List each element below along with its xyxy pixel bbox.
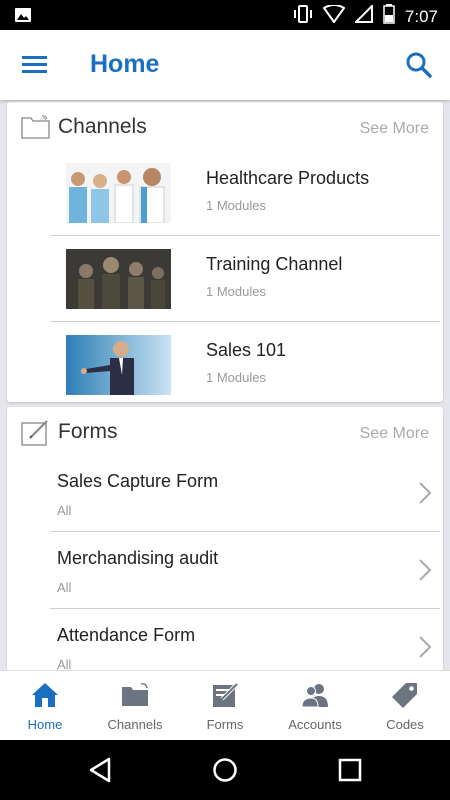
- image-notification-icon: [14, 6, 32, 29]
- channel-item-healthcare[interactable]: Healthcare Products 1 Modules: [50, 150, 440, 235]
- signal-icon: [353, 3, 373, 28]
- form-scope: All: [57, 657, 72, 670]
- form-item-attendance[interactable]: Attendance Form All: [50, 608, 440, 670]
- people-icon: [301, 681, 329, 709]
- nav-accounts-label: Accounts: [288, 717, 342, 732]
- form-item-merchandising-audit[interactable]: Merchandising audit All: [50, 531, 440, 608]
- nav-home-label: Home: [27, 717, 63, 732]
- chevron-right-icon: [418, 635, 432, 659]
- folder-icon: [121, 681, 149, 709]
- forms-header: Forms See More: [7, 407, 443, 455]
- chevron-right-icon: [418, 481, 432, 505]
- form-edit-icon: [21, 419, 51, 446]
- recent-apps-icon[interactable]: [337, 757, 363, 783]
- forms-card: Forms See More Sales Capture Form All Me…: [7, 407, 443, 670]
- tag-icon: [391, 681, 419, 709]
- channels-title: Channels: [58, 115, 147, 138]
- channel-item-training[interactable]: Training Channel 1 Modules: [50, 235, 440, 321]
- back-icon[interactable]: [88, 757, 114, 783]
- channel-modules-count: 1 Modules: [206, 198, 266, 213]
- home-content[interactable]: Channels See More Healthcare Products 1 …: [0, 100, 450, 670]
- channel-thumbnail-sales: [66, 335, 171, 395]
- nav-home[interactable]: Home: [0, 671, 90, 741]
- battery-icon: [383, 4, 395, 29]
- forms-title: Forms: [58, 420, 118, 443]
- vibrate-icon: [293, 5, 313, 28]
- nav-codes[interactable]: Codes: [360, 671, 450, 741]
- form-scope: All: [57, 580, 72, 595]
- home-circle-icon[interactable]: [212, 757, 238, 783]
- channel-name: Healthcare Products: [206, 168, 370, 188]
- bottom-navigation: Home Channels Forms Accounts Codes: [0, 670, 450, 741]
- channel-thumbnail-training: [66, 249, 171, 309]
- wifi-icon: [322, 4, 346, 28]
- channel-modules-count: 1 Modules: [206, 284, 266, 299]
- status-bar: 7:07: [0, 0, 450, 30]
- page-title: Home: [90, 50, 160, 78]
- nav-accounts[interactable]: Accounts: [270, 671, 360, 741]
- forms-see-more-link[interactable]: See More: [360, 425, 429, 443]
- menu-icon[interactable]: [18, 50, 52, 80]
- form-edit-icon: [211, 681, 239, 709]
- system-navigation-bar: [0, 740, 450, 800]
- nav-channels[interactable]: Channels: [90, 671, 180, 741]
- folder-icon: [21, 114, 51, 140]
- nav-forms-label: Forms: [206, 717, 244, 732]
- form-name: Attendance Form: [57, 625, 196, 645]
- form-name: Merchandising audit: [57, 548, 219, 568]
- channels-card: Channels See More Healthcare Products 1 …: [7, 102, 443, 402]
- search-icon[interactable]: [404, 50, 434, 80]
- nav-codes-label: Codes: [386, 717, 424, 732]
- channel-modules-count: 1 Modules: [206, 370, 266, 385]
- channel-name: Training Channel: [206, 254, 343, 274]
- status-time: 7:07: [404, 6, 438, 26]
- nav-channels-label: Channels: [107, 717, 163, 732]
- app-bar: Home: [0, 30, 450, 100]
- channel-name: Sales 101: [206, 340, 287, 360]
- channel-item-sales[interactable]: Sales 101 1 Modules: [50, 321, 440, 407]
- nav-forms[interactable]: Forms: [180, 671, 270, 741]
- form-name: Sales Capture Form: [57, 471, 219, 491]
- channels-header: Channels See More: [7, 102, 443, 150]
- chevron-right-icon: [418, 558, 432, 582]
- form-item-sales-capture[interactable]: Sales Capture Form All: [50, 455, 440, 531]
- form-scope: All: [57, 503, 72, 518]
- home-icon: [31, 681, 59, 709]
- channels-see-more-link[interactable]: See More: [360, 120, 429, 138]
- channel-thumbnail-healthcare: [66, 163, 171, 223]
